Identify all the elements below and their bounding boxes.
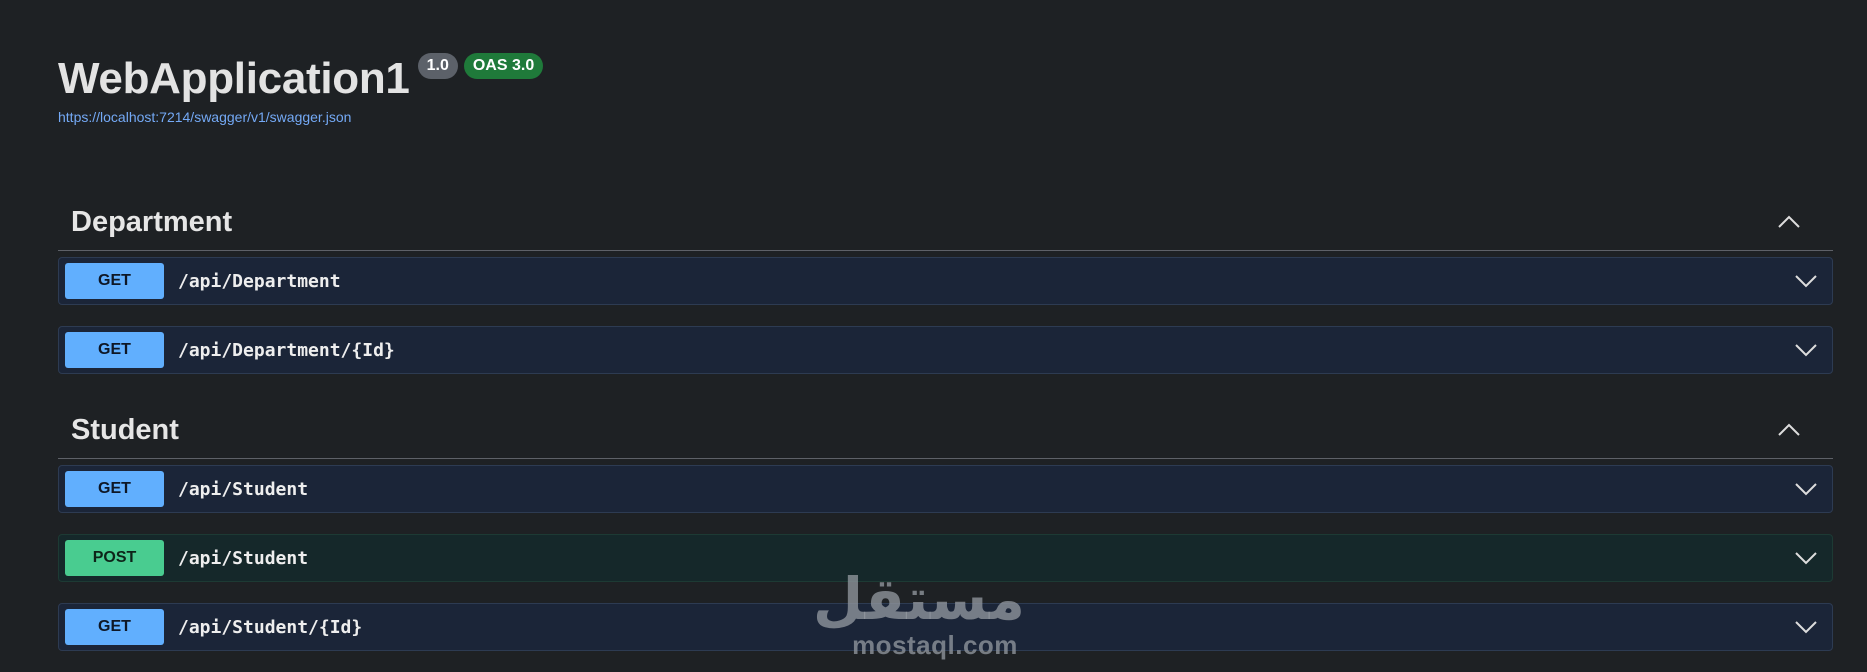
tag-name: Student xyxy=(71,413,179,446)
title-row: WebApplication1 1.0 OAS 3.0 xyxy=(58,50,544,108)
version-badge: 1.0 xyxy=(417,53,458,79)
chevron-down-icon[interactable] xyxy=(1794,618,1818,636)
chevron-up-icon[interactable] xyxy=(1777,420,1801,440)
chevron-down-icon[interactable] xyxy=(1794,272,1818,290)
operation-get-department[interactable]: GET /api/Department xyxy=(58,257,1833,305)
chevron-down-icon[interactable] xyxy=(1794,480,1818,498)
method-badge: GET xyxy=(65,471,164,507)
chevron-up-icon[interactable] xyxy=(1777,212,1801,232)
chevron-down-icon[interactable] xyxy=(1794,549,1818,567)
swagger-ui-page: WebApplication1 1.0 OAS 3.0 https://loca… xyxy=(0,0,1867,672)
operation-get-student[interactable]: GET /api/Student xyxy=(58,465,1833,513)
method-badge: GET xyxy=(65,609,164,645)
tag-section-department: Department GET /api/Department GET /api/… xyxy=(58,194,1833,374)
api-title: WebApplication1 xyxy=(58,54,410,103)
operation-path: /api/Department xyxy=(178,270,341,292)
api-info: WebApplication1 1.0 OAS 3.0 https://loca… xyxy=(58,50,544,125)
operation-get-department-by-id[interactable]: GET /api/Department/{Id} xyxy=(58,326,1833,374)
mostaql-watermark: مستقل mostaql.com xyxy=(812,565,1025,660)
operation-path: /api/Student xyxy=(178,478,309,500)
watermark-logo: مستقل xyxy=(812,565,1025,633)
tag-header-student[interactable]: Student xyxy=(58,402,1833,459)
oas-version-badge: OAS 3.0 xyxy=(463,53,544,79)
method-badge: GET xyxy=(65,263,164,299)
method-badge: GET xyxy=(65,332,164,368)
watermark-text: mostaql.com xyxy=(852,630,1018,660)
spec-url-link[interactable]: https://localhost:7214/swagger/v1/swagge… xyxy=(58,109,543,125)
operation-path: /api/Student/{Id} xyxy=(178,616,363,638)
tag-header-department[interactable]: Department xyxy=(58,194,1833,251)
operation-path: /api/Student xyxy=(178,547,309,569)
method-badge: POST xyxy=(65,540,164,576)
tag-name: Department xyxy=(71,205,233,238)
chevron-down-icon[interactable] xyxy=(1794,341,1818,359)
operation-path: /api/Department/{Id} xyxy=(178,339,395,361)
